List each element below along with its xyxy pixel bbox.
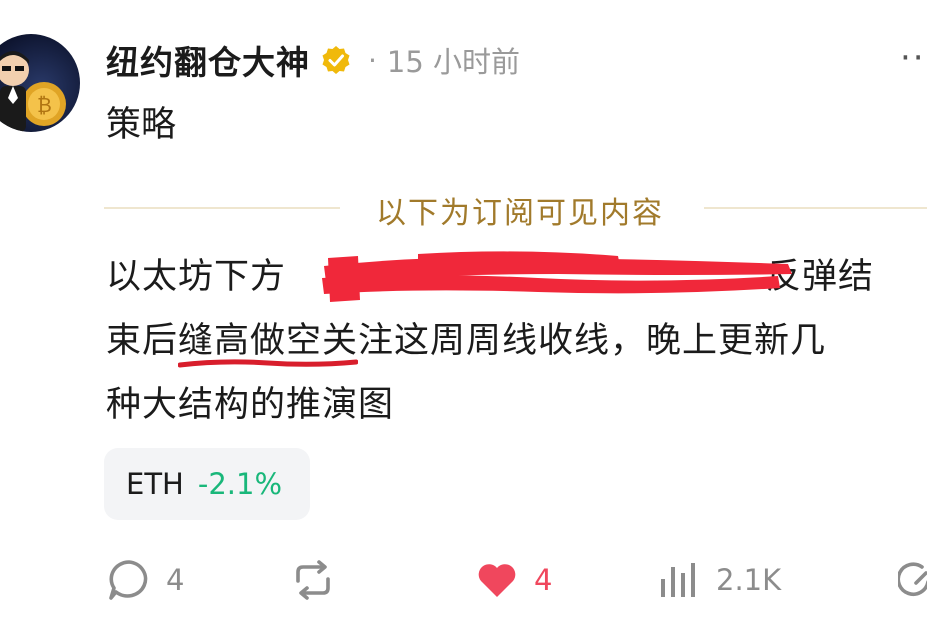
comment-icon: [109, 560, 148, 600]
share-icon: [898, 562, 927, 596]
subscriber-divider: 以下为订阅可见内容: [104, 186, 927, 231]
repost-button[interactable]: [290, 550, 336, 610]
more-options-icon[interactable]: ··: [900, 38, 926, 78]
action-bar: 4 4 2.1K: [0, 550, 927, 610]
divider-line-left: [104, 207, 340, 209]
like-count: 4: [534, 563, 553, 597]
divider-line-right: [704, 207, 927, 209]
verified-badge-icon: [322, 46, 350, 74]
views-button[interactable]: 2.1K: [656, 550, 781, 610]
body-line-2: 束后缝高做空关 注这周周线收线，晚上更新几: [106, 309, 927, 373]
post-header: 纽约翻仓大神 · 15 小时前: [106, 34, 520, 86]
body-text-segment: 束后: [106, 321, 179, 361]
subscriber-notice: 以下为订阅可见内容: [376, 196, 664, 231]
author-name[interactable]: 纽约翻仓大神: [106, 36, 310, 84]
post-timestamp: 15 小时前: [386, 45, 521, 79]
share-button[interactable]: [898, 550, 927, 610]
views-count: 2.1K: [716, 563, 782, 597]
like-button[interactable]: 4: [474, 550, 552, 610]
ticker-tag[interactable]: ETH -2.1%: [104, 448, 310, 520]
avatar-image: ₿: [0, 51, 66, 132]
body-line-3: 种大结构的推演图: [106, 385, 395, 425]
body-text-segment: 以太坊下方: [106, 257, 287, 297]
hand-underline: [178, 359, 359, 368]
underlined-phrase: 缝高做空关: [178, 309, 359, 373]
views-chart-icon: [661, 563, 695, 597]
ticker-change: -2.1%: [197, 467, 282, 501]
repost-icon: [296, 560, 330, 600]
comment-count: 4: [166, 563, 185, 597]
separator-dot: ·: [368, 43, 377, 77]
underlined-text: 缝高做空关: [178, 321, 359, 361]
post-title: 策略: [106, 105, 177, 145]
redaction-scribble: [322, 251, 792, 302]
heart-icon: [478, 564, 516, 597]
ticker-symbol: ETH: [126, 467, 184, 501]
svg-text:₿: ₿: [37, 93, 52, 117]
comment-button[interactable]: 4: [106, 550, 184, 610]
author-avatar[interactable]: ₿: [0, 34, 80, 132]
body-text-segment: 注这周周线收线，晚上更新几: [358, 321, 827, 361]
